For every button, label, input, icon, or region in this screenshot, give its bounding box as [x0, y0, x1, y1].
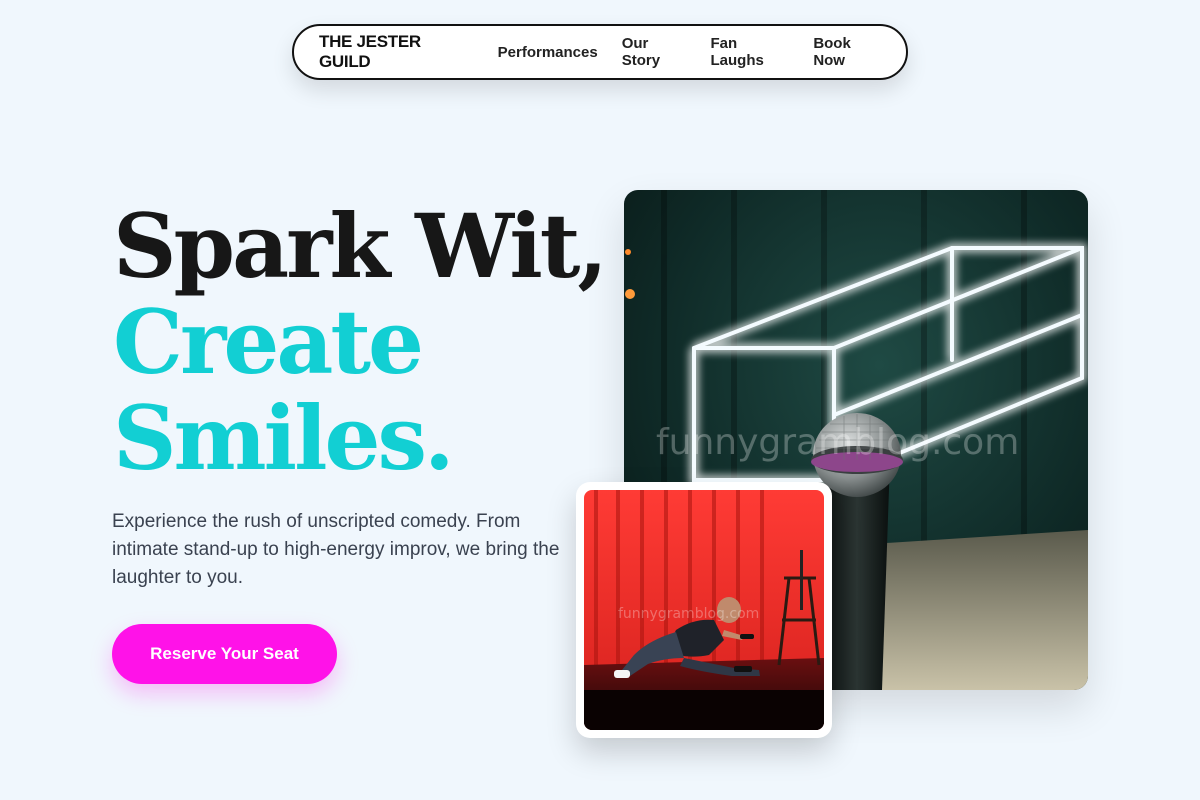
headline-line-3: Smiles.: [113, 386, 455, 490]
headline-line-1: Spark Wit,: [113, 194, 608, 298]
nav-link-fan-laughs[interactable]: Fan Laughs: [710, 35, 789, 69]
small-photo-watermark: funnygramblog.com: [618, 606, 759, 622]
nav-link-book-now[interactable]: Book Now: [813, 35, 882, 69]
headline-line-2: Create: [113, 290, 424, 394]
hero-photo-comedian: funnygramblog.com: [576, 482, 832, 738]
hero-subtext: Experience the rush of unscripted comedy…: [112, 511, 560, 588]
nav-link-our-story[interactable]: Our Story: [622, 35, 687, 69]
hero-headline: Spark Wit, Create Smiles.: [113, 194, 608, 490]
nav-link-performances[interactable]: Performances: [498, 44, 598, 61]
main-photo-watermark: funnygramblog.com: [656, 422, 1019, 463]
brand-logo[interactable]: THE JESTER GUILD: [319, 32, 467, 72]
reserve-seat-button[interactable]: Reserve Your Seat: [112, 624, 337, 684]
top-navigation: THE JESTER GUILD Performances Our Story …: [292, 24, 908, 80]
